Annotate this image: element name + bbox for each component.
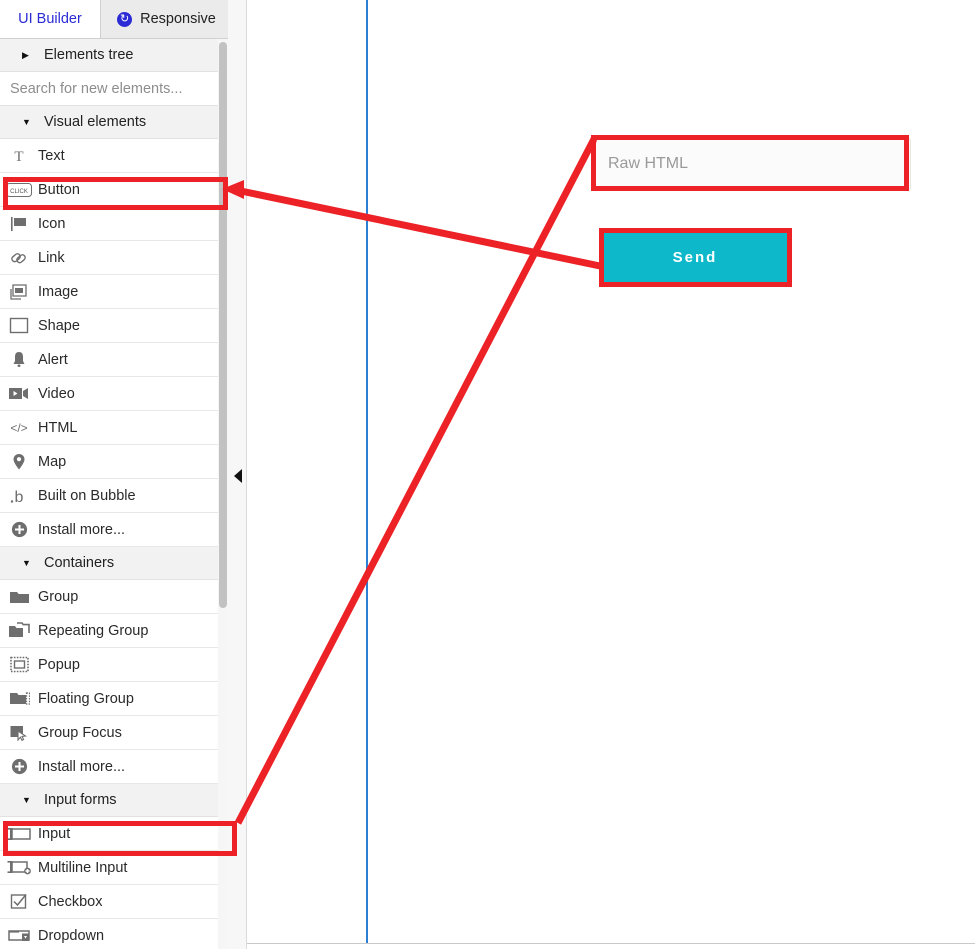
chevron-icon: ▼ xyxy=(22,558,31,568)
palette-item-group-focus[interactable]: Group Focus xyxy=(0,716,228,750)
palette-item-label: Group Focus xyxy=(38,724,122,741)
palette-item-label: HTML xyxy=(38,419,78,436)
section-elements-tree[interactable]: ▶ Elements tree xyxy=(0,39,228,72)
folder-icon xyxy=(0,589,38,605)
checkbox-icon xyxy=(0,893,38,910)
tab-ui-builder-label: UI Builder xyxy=(18,11,82,27)
palette-item-html[interactable]: </> HTML xyxy=(0,411,228,445)
section-containers-label: Containers xyxy=(44,555,115,571)
palette-item-video[interactable]: Video xyxy=(0,377,228,411)
panel-tabs: UI Builder Responsive xyxy=(0,0,228,39)
svg-text:T: T xyxy=(14,149,23,165)
palette-item-install-more[interactable]: Install more... xyxy=(0,513,228,547)
palette-item-label: Group xyxy=(38,588,79,605)
code-icon: </> xyxy=(0,420,38,436)
plus-circle-icon xyxy=(0,521,38,538)
palette-scrollbar-thumb[interactable] xyxy=(219,42,227,608)
video-camera-icon xyxy=(0,386,38,401)
send-button-highlight xyxy=(599,228,792,287)
shape-icon xyxy=(0,317,38,334)
svg-text:b: b xyxy=(15,489,24,505)
chevron-icon: ▼ xyxy=(22,117,31,127)
bell-icon xyxy=(0,351,38,369)
palette-item-map[interactable]: Map xyxy=(0,445,228,479)
app-window: UI Builder Responsive ▶ Elements tree Sear… xyxy=(0,0,975,949)
image-icon xyxy=(0,283,38,301)
page-width-guide-line xyxy=(366,0,368,943)
palette-item-label: Repeating Group xyxy=(38,622,149,639)
flag-icon xyxy=(0,216,38,232)
palette-item-text[interactable]: T Text xyxy=(0,139,228,173)
refresh-circle-icon xyxy=(117,11,133,27)
text-icon: T xyxy=(0,147,38,165)
repeating-group-icon xyxy=(0,622,38,639)
palette-list: ▶ Elements tree Search for new elements...… xyxy=(0,39,228,949)
section-containers[interactable]: ▼ Containers xyxy=(0,547,228,580)
tab-ui-builder[interactable]: UI Builder xyxy=(0,0,101,38)
section-input-forms[interactable]: ▼ Input forms xyxy=(0,784,228,817)
tab-responsive-label: Responsive xyxy=(140,11,216,27)
map-pin-icon xyxy=(0,453,38,471)
palette-scroll-area[interactable]: ▶ Elements tree Search for new elements...… xyxy=(0,39,228,949)
panel-collapse-arrow-icon[interactable] xyxy=(234,469,242,483)
palette-item-label: Install more... xyxy=(38,521,126,538)
plus-circle-icon xyxy=(0,758,38,775)
palette-item-group[interactable]: Group xyxy=(0,580,228,614)
palette-item-label: Link xyxy=(38,249,65,266)
palette-item-label: Checkbox xyxy=(38,893,103,910)
palette-item-label: Built on Bubble xyxy=(38,487,136,504)
palette-item-link[interactable]: Link xyxy=(0,241,228,275)
palette-item-label: Dropdown xyxy=(38,927,105,944)
chevron-icon: ▼ xyxy=(22,795,31,805)
palette-item-label: Map xyxy=(38,453,67,470)
palette-item-checkbox[interactable]: Checkbox xyxy=(0,885,228,919)
palette-item-label: Multiline Input xyxy=(38,859,128,876)
tab-responsive[interactable]: Responsive xyxy=(101,0,228,38)
bubble-logo-icon: b xyxy=(0,487,38,505)
palette-item-multiline-input[interactable]: Multiline Input xyxy=(0,851,228,885)
svg-text:</>: </> xyxy=(10,421,27,435)
palette-item-dropdown[interactable]: Dropdown xyxy=(0,919,228,949)
section-elements-tree-label: Elements tree xyxy=(44,47,134,63)
popup-icon xyxy=(0,656,38,673)
elements-palette-panel: UI Builder Responsive ▶ Elements tree Sear… xyxy=(0,0,228,949)
search-input-placeholder: Search for new elements... xyxy=(10,80,183,97)
input-element-highlight xyxy=(3,821,237,856)
palette-item-floating-group[interactable]: Floating Group xyxy=(0,682,228,716)
palette-item-label: Install more... xyxy=(38,758,126,775)
palette-item-repeating-group[interactable]: Repeating Group xyxy=(0,614,228,648)
section-visual-elements-label: Visual elements xyxy=(44,114,147,130)
raw-html-input-highlight xyxy=(591,135,909,191)
floating-group-icon xyxy=(0,690,38,707)
palette-item-label: Image xyxy=(38,283,79,300)
palette-item-label: Video xyxy=(38,385,75,402)
palette-item-built-on-bubble[interactable]: b Built on Bubble xyxy=(0,479,228,513)
group-focus-icon xyxy=(0,724,38,741)
chevron-icon: ▶ xyxy=(22,49,29,60)
palette-item-icon[interactable]: Icon xyxy=(0,207,228,241)
section-input-forms-label: Input forms xyxy=(44,792,117,808)
multiline-input-icon xyxy=(0,859,38,876)
palette-item-shape[interactable]: Shape xyxy=(0,309,228,343)
palette-item-label: Icon xyxy=(38,215,66,232)
palette-item-label: Floating Group xyxy=(38,690,134,707)
button-element-highlight xyxy=(3,177,228,210)
palette-item-image[interactable]: Image xyxy=(0,275,228,309)
palette-item-label: Popup xyxy=(38,656,80,673)
palette-item-popup[interactable]: Popup xyxy=(0,648,228,682)
palette-item-label: Shape xyxy=(38,317,80,334)
section-visual-elements[interactable]: ▼ Visual elements xyxy=(0,106,228,139)
link-icon xyxy=(0,249,38,267)
palette-item-label: Text xyxy=(38,147,65,164)
palette-item-alert[interactable]: Alert xyxy=(0,343,228,377)
search-input[interactable]: Search for new elements... xyxy=(0,72,228,106)
palette-item-install-more[interactable]: Install more... xyxy=(0,750,228,784)
palette-item-label: Alert xyxy=(38,351,68,368)
dropdown-icon xyxy=(0,928,38,944)
palette-scrollbar-track[interactable] xyxy=(218,39,228,949)
